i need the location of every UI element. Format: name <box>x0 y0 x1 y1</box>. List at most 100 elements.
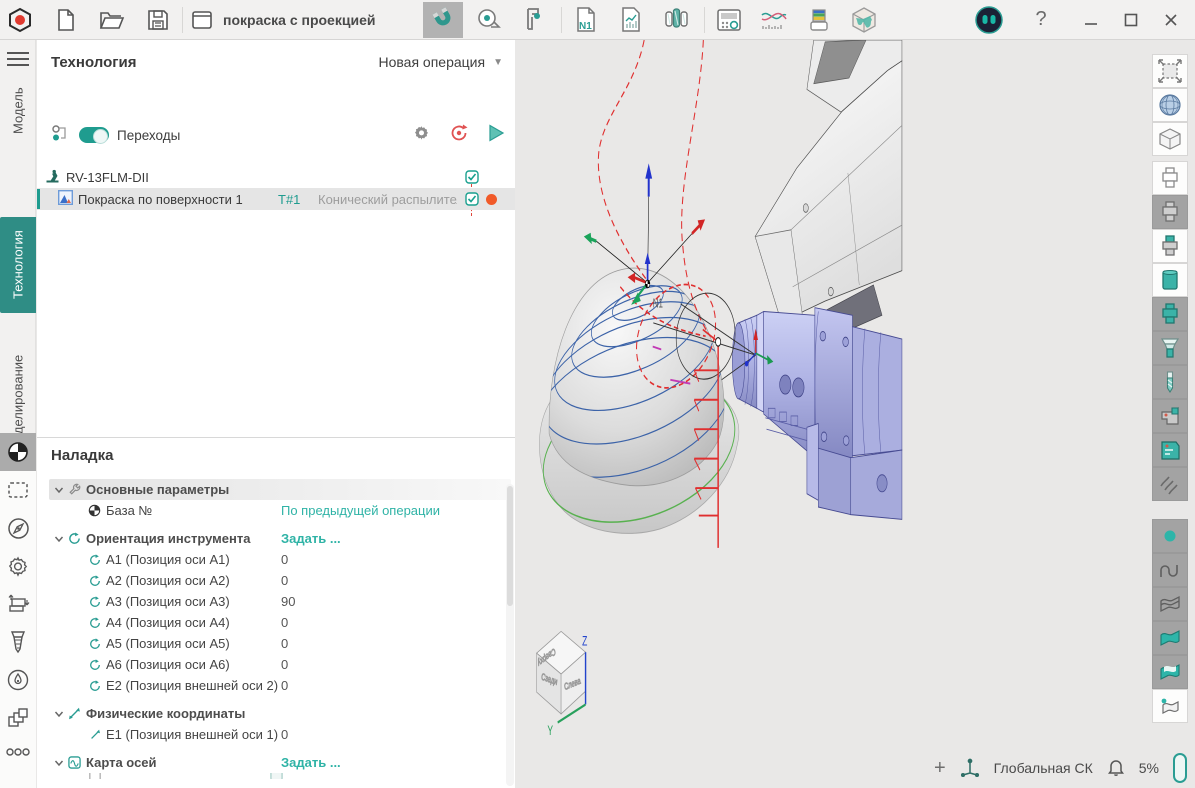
row-checkbox[interactable] <box>270 773 283 779</box>
param-row[interactable]: A4 (Позиция оси A4)0 <box>37 612 515 633</box>
surface-selected-icon[interactable] <box>1152 689 1188 723</box>
param-section[interactable]: Основные параметры <box>37 479 515 500</box>
part-stock-icon[interactable] <box>1152 195 1188 229</box>
simulation-button[interactable] <box>844 2 884 38</box>
surface-icon[interactable] <box>1152 621 1188 655</box>
axis-z-label: Z <box>582 633 587 649</box>
operations-tree: RV-13FLM-DII Покраска по поверхности 1 T… <box>37 166 515 210</box>
viewport-statusbar: + Глобальная СК 5% <box>934 753 1187 783</box>
add-csys-icon[interactable]: + <box>934 757 946 780</box>
csys-tripod-icon[interactable] <box>960 757 980 780</box>
measure-tape-button[interactable] <box>469 2 509 38</box>
window-title: покраска с проекцией <box>223 12 375 28</box>
panel-scrollbar[interactable] <box>506 484 514 786</box>
surface-wireframe-icon[interactable] <box>1152 587 1188 621</box>
param-row[interactable]: A5 (Позиция оси A5)0 <box>37 633 515 654</box>
workpiece-selection-icon[interactable] <box>0 471 36 509</box>
box-view-icon[interactable] <box>1152 122 1188 156</box>
part-cone-icon[interactable] <box>1152 331 1188 365</box>
help-button[interactable]: ? <box>1021 2 1061 38</box>
param-value-link[interactable]: Задать ... <box>281 755 341 770</box>
minimize-button[interactable] <box>1071 2 1111 38</box>
maximize-button[interactable] <box>1111 2 1151 38</box>
param-row[interactable]: База № По предыдущей операции <box>37 500 515 521</box>
param-row[interactable]: E2 (Позиция внешней оси 2)0 <box>37 675 515 696</box>
param-value-link[interactable]: По предыдущей операции <box>281 503 440 518</box>
part-solid-icon[interactable] <box>1152 263 1188 297</box>
param-section[interactable]: Физические координаты <box>37 703 515 724</box>
more-options-icon[interactable] <box>0 737 36 767</box>
param-row[interactable]: A6 (Позиция оси A6)0 <box>37 654 515 675</box>
nc-program-button[interactable]: N1 <box>566 2 606 38</box>
param-row[interactable]: A2 (Позиция оси A2)0 <box>37 570 515 591</box>
point-icon[interactable] <box>1152 519 1188 553</box>
machine-checkbox[interactable] <box>465 170 479 187</box>
open-file-button[interactable] <box>92 2 132 38</box>
setup-datum-icon[interactable] <box>0 433 36 471</box>
approach-retract-icon[interactable] <box>0 585 36 623</box>
datum-icon <box>87 504 102 517</box>
tool-library-button[interactable] <box>656 2 696 38</box>
notifications-bell-icon[interactable] <box>1107 757 1125 780</box>
assistant-button[interactable] <box>969 2 1009 38</box>
progress-pill[interactable] <box>1173 753 1187 783</box>
technology-panel: Технология Новая операция▼ Переходы <box>37 40 515 788</box>
param-section[interactable]: Ориентация инструмента Задать ... <box>37 528 515 549</box>
run-simulation-icon[interactable] <box>487 124 505 147</box>
snap-magnet-button[interactable] <box>423 2 463 38</box>
report-button[interactable] <box>611 2 651 38</box>
operation-settings-gear-icon[interactable] <box>412 123 431 147</box>
chevron-down-icon <box>53 535 65 543</box>
globe-view-icon[interactable] <box>1152 88 1188 122</box>
save-button[interactable] <box>138 2 178 38</box>
part-blank-icon[interactable] <box>1152 161 1188 195</box>
new-document-button[interactable] <box>46 2 86 38</box>
caliper-button[interactable] <box>513 2 553 38</box>
graphs-button[interactable] <box>754 2 794 38</box>
param-section[interactable]: Карта осей Задать ... <box>37 752 515 773</box>
part-machined-icon[interactable] <box>1152 297 1188 331</box>
tab-technology[interactable]: Технология <box>0 217 36 313</box>
wrench-icon <box>67 483 82 496</box>
zoom-fit-icon[interactable] <box>1152 54 1188 88</box>
surface-shaded-icon[interactable] <box>1152 655 1188 689</box>
tool-name: Конический распылител <box>318 192 457 207</box>
curve-icon[interactable] <box>1152 553 1188 587</box>
calculator-button[interactable] <box>709 2 749 38</box>
close-button[interactable] <box>1151 2 1191 38</box>
toolpath-node[interactable] <box>716 338 721 347</box>
rotate-axis-icon <box>67 532 82 545</box>
feeds-speeds-icon[interactable] <box>0 661 36 699</box>
tool-icon[interactable] <box>0 623 36 661</box>
param-row-partial[interactable] <box>37 773 515 779</box>
parameters-gear-icon[interactable] <box>0 547 36 585</box>
active-csys-label[interactable]: Глобальная СК <box>994 760 1093 776</box>
recalculate-icon[interactable] <box>449 123 469 148</box>
transform-icon[interactable] <box>0 699 36 737</box>
tool-drill-icon[interactable] <box>1152 365 1188 399</box>
operation-checkbox[interactable] <box>465 192 479 209</box>
viewport-3d[interactable]: N1 Сверху Сзади Слева Z Y <box>515 40 1195 788</box>
paint-layers-button[interactable] <box>799 2 839 38</box>
new-operation-dropdown[interactable]: Новая операция▼ <box>379 54 504 70</box>
axis-map-icon <box>67 756 82 769</box>
param-value-link[interactable]: Задать ... <box>281 531 341 546</box>
rotate-axis-icon <box>87 680 102 692</box>
transitions-toggle[interactable] <box>79 127 109 143</box>
chevron-down-icon: ▼ <box>493 57 503 68</box>
transitions-node-icon <box>51 124 69 147</box>
tree-row-machine[interactable]: RV-13FLM-DII <box>37 166 515 188</box>
menu-icon[interactable] <box>7 48 29 70</box>
tab-model[interactable]: Модель <box>0 85 36 137</box>
app-logo-icon <box>0 2 40 38</box>
tree-row-operation[interactable]: Покраска по поверхности 1 T#1 Конический… <box>37 188 515 210</box>
machine-head-icon[interactable] <box>1152 399 1188 433</box>
strategy-compass-icon[interactable] <box>0 509 36 547</box>
machine-active-icon[interactable] <box>1152 433 1188 467</box>
hatch-icon[interactable] <box>1152 467 1188 501</box>
rotate-axis-icon <box>87 659 102 671</box>
param-row[interactable]: A3 (Позиция оси A3)90 <box>37 591 515 612</box>
param-row[interactable]: E1 (Позиция внешней оси 1)0 <box>37 724 515 745</box>
part-partial-icon[interactable] <box>1152 229 1188 263</box>
param-row[interactable]: A1 (Позиция оси A1)0 <box>37 549 515 570</box>
